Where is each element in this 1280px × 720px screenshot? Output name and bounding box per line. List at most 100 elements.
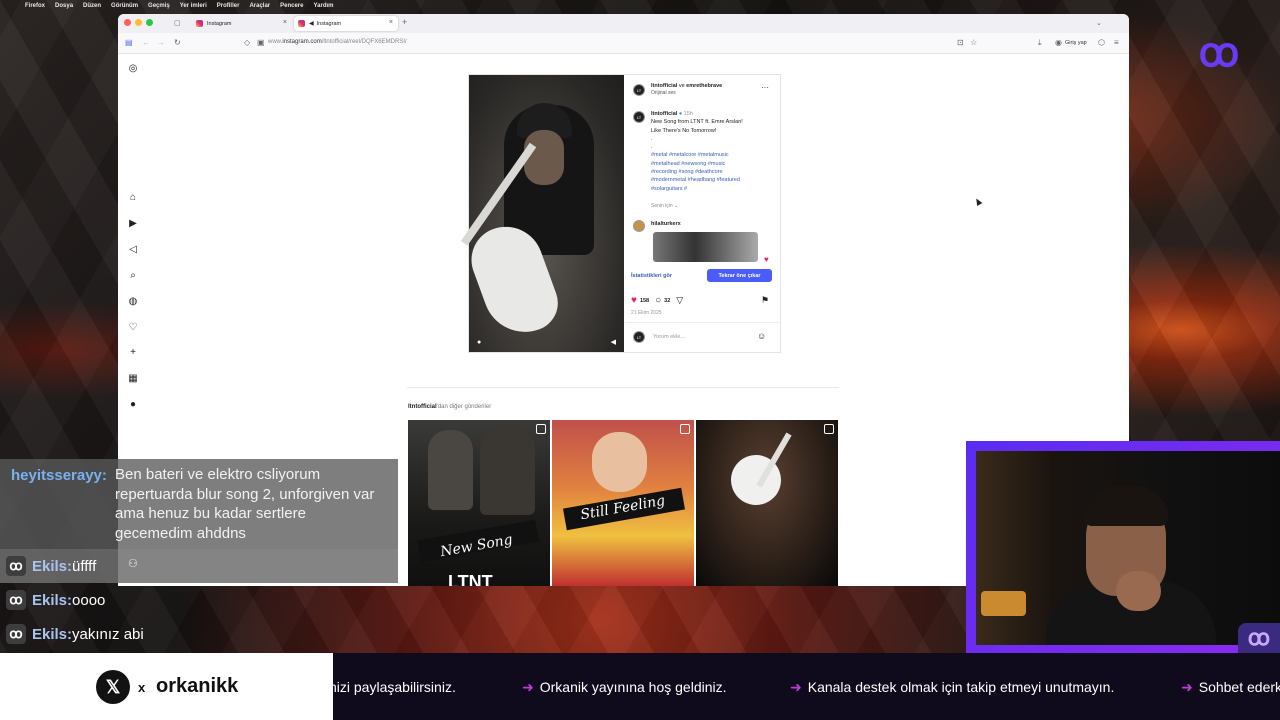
hashtags-line[interactable]: #metalhead #newsong #music — [651, 161, 725, 167]
login-button[interactable]: Giriş yap — [1065, 40, 1087, 46]
hashtags-line[interactable]: #solarguitars # — [651, 186, 687, 192]
tab-instagram-1[interactable]: Instagram × — [192, 16, 292, 31]
more-post-thumb-1[interactable]: New Song LTNT — [408, 420, 550, 586]
menu-pencere[interactable]: Pencere — [280, 3, 303, 9]
caption-dot: . — [651, 144, 653, 151]
chat-highlight: heyitsserayy: Ben bateri ve elektro csli… — [0, 459, 398, 549]
close-window-button[interactable] — [124, 19, 131, 26]
more-post-thumb-2[interactable]: Still Feeling — [552, 420, 694, 586]
menu-dosya[interactable]: Dosya — [55, 3, 73, 9]
sidebar-toggle-icon[interactable]: ▤ — [125, 38, 133, 47]
comment-input[interactable]: Yorum ekle... — [653, 334, 685, 340]
menu-hamburger-icon[interactable]: ≡ — [1114, 38, 1119, 47]
menu-yer-imleri[interactable]: Yer imleri — [180, 3, 207, 9]
messages-icon[interactable]: ◁ — [126, 244, 140, 255]
tab-bar: ▢ Instagram × ◀ Instagram × + ⌄ — [118, 14, 1129, 33]
save-bookmark-icon[interactable]: ⚑ — [761, 295, 769, 306]
chat-line: Ben bateri ve elektro csliyorum — [115, 466, 321, 483]
caption-dot: . — [651, 135, 653, 142]
boost-again-button[interactable]: Tekrar öne çıkar — [707, 269, 772, 282]
more-options-icon[interactable]: ··· — [761, 83, 769, 92]
like-comment-heart-icon[interactable]: ♥ — [764, 255, 769, 264]
back-arrow-icon[interactable]: ← — [142, 38, 150, 47]
menu-araclar[interactable]: Araçlar — [249, 3, 270, 9]
menu-firefox[interactable]: Firefox — [25, 3, 45, 9]
account-icon[interactable]: ◉ — [1055, 38, 1062, 47]
maximize-window-button[interactable] — [146, 19, 153, 26]
chat-row: ꝏ Ekils: üffff — [0, 554, 96, 578]
audio-label[interactable]: Orijinal ses — [651, 90, 676, 96]
reels-icon[interactable]: ▶ — [126, 218, 140, 229]
comment-image[interactable] — [653, 232, 758, 262]
author-avatar[interactable]: LT — [633, 84, 645, 96]
menu-profiller[interactable]: Profiller — [217, 3, 240, 9]
caption-author[interactable]: ltntofficial — [651, 111, 677, 117]
tab-instagram-2[interactable]: ◀ Instagram × — [294, 16, 398, 31]
for-you-dropdown[interactable]: Senin için ⌄ — [651, 203, 678, 209]
bookmark-star-icon[interactable]: ☆ — [970, 38, 977, 47]
instagram-logo-icon[interactable]: ◎ — [126, 63, 140, 74]
more-posts-author[interactable]: ltntofficial — [408, 404, 437, 410]
social-prefix: x — [138, 680, 146, 695]
like-heart-icon[interactable]: ♥ — [631, 295, 637, 306]
post-date: 21 Ekim 2025 — [631, 310, 662, 316]
menu-gecmis[interactable]: Geçmiş — [148, 3, 170, 9]
coauthor-link[interactable]: emrethebrave — [686, 83, 722, 89]
streamer-hair — [1084, 486, 1168, 526]
url-field[interactable]: www.instagram.com/ltntofficial/reel/DQFX… — [268, 39, 407, 45]
caption-avatar[interactable]: LT — [633, 111, 645, 123]
webcam-logo-icon: ꝏ — [1238, 623, 1280, 653]
translate-icon[interactable]: ⊡ — [957, 38, 964, 47]
tab-list-chevron-icon[interactable]: ⌄ — [1096, 19, 1102, 27]
hashtags-line[interactable]: #metal #metalcore #metalmusic — [651, 152, 729, 158]
new-tab-button[interactable]: + — [402, 17, 407, 27]
forward-arrow-icon[interactable]: → — [157, 38, 165, 47]
menu-yardim[interactable]: Yardım — [313, 3, 333, 9]
commenter-avatar[interactable] — [633, 220, 645, 232]
home-icon[interactable]: ⌂ — [126, 192, 140, 203]
search-icon[interactable]: ⌕ — [126, 270, 140, 281]
speaker-icon[interactable]: ◀ — [309, 20, 314, 27]
like-count[interactable]: 158 — [640, 298, 649, 304]
reel-video[interactable]: ● ◀ — [460, 75, 624, 352]
reel-post: ● ◀ LT ltntofficial ve emrethebrave Orij… — [460, 74, 781, 353]
channel-badge-icon: ꝏ — [6, 590, 26, 610]
mute-icon[interactable]: ◀ — [611, 338, 616, 346]
author-link[interactable]: ltntofficial — [651, 83, 677, 89]
lock-icon[interactable]: ▣ — [257, 38, 265, 47]
chat-line: repertuarda blur song 2, unforgiven var — [115, 485, 375, 503]
notifications-heart-icon[interactable]: ♡ — [126, 322, 140, 333]
guitarist-face — [524, 130, 564, 185]
comment-icon[interactable]: ○ — [655, 295, 661, 306]
minimize-window-button[interactable] — [135, 19, 142, 26]
explore-icon[interactable]: ◍ — [126, 296, 140, 307]
close-tab-icon[interactable]: × — [389, 19, 393, 26]
network-icon: ⚇ — [128, 558, 138, 570]
singer-face — [592, 432, 647, 492]
background-lamp — [981, 591, 1026, 616]
commenter-name[interactable]: hilalturkerx — [651, 221, 681, 227]
caption: ltntofficial ● 15h New Song from LTNT ft… — [651, 110, 776, 193]
share-icon[interactable]: ▽ — [676, 295, 683, 306]
chat-text: oooo — [72, 591, 106, 609]
emoji-icon[interactable]: ☺ — [757, 331, 766, 341]
dashboard-icon[interactable]: ▦ — [126, 373, 140, 384]
view-insights-link[interactable]: İstatistikleri gör — [631, 273, 672, 279]
extensions-icon[interactable]: ⬡ — [1098, 38, 1105, 47]
comment-count[interactable]: 32 — [664, 298, 670, 304]
download-icon[interactable]: ⤓ — [1038, 38, 1042, 48]
tab-overview-icon[interactable]: ▢ — [174, 19, 181, 27]
menu-gorunum[interactable]: Görünüm — [111, 3, 138, 9]
profile-avatar-icon[interactable]: ● — [126, 399, 140, 410]
reload-icon[interactable]: ↻ — [174, 38, 181, 47]
user-tag-icon[interactable]: ● — [477, 339, 481, 346]
hashtags-line[interactable]: #recording #song #deathcore — [651, 169, 723, 175]
chat-text: üffff — [72, 557, 97, 575]
shield-icon[interactable]: ◇ — [244, 38, 250, 47]
more-post-thumb-3[interactable] — [696, 420, 838, 586]
close-tab-icon[interactable]: × — [283, 19, 287, 26]
action-bar: ♥ 158 ○ 32 ▽ — [631, 295, 683, 306]
create-plus-icon[interactable]: + — [126, 347, 140, 358]
menu-duzen[interactable]: Düzen — [83, 3, 101, 9]
hashtags-line[interactable]: #modernmetal #headbang #featured — [651, 177, 740, 183]
